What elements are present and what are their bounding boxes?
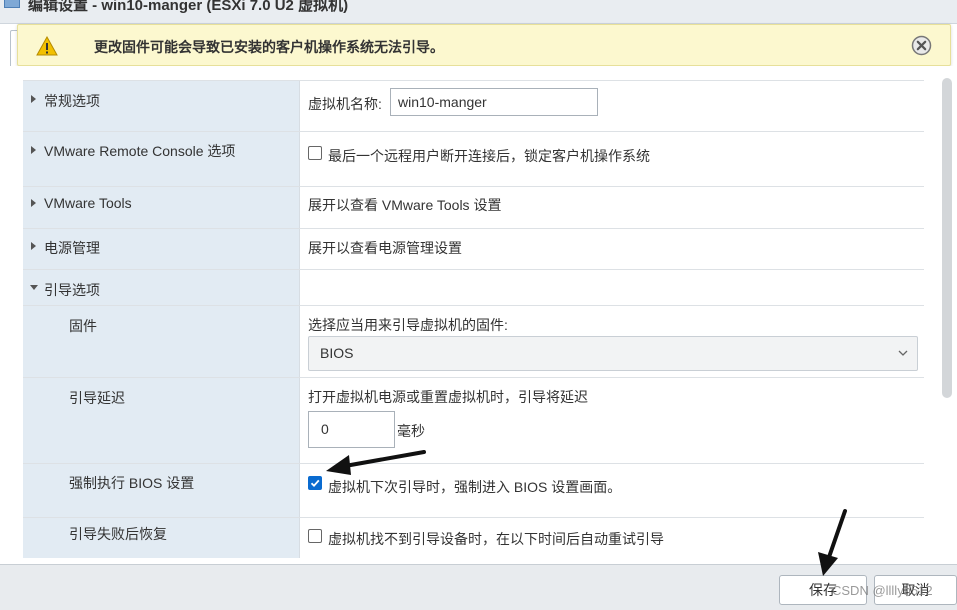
power-info: 展开以查看电源管理设置 [308,240,462,256]
expand-right-icon[interactable] [31,95,36,103]
force-bios-checkbox[interactable] [308,476,322,490]
section-boot-options[interactable]: 引导选项 [23,270,299,305]
firmware-label-cell: 固件 [23,306,299,377]
chevron-down-icon [898,350,908,356]
section-power-management[interactable]: 电源管理 [23,229,299,269]
tools-info: 展开以查看 VMware Tools 设置 [308,197,502,213]
vmrc-value-cell: 最后一个远程用户断开连接后，锁定客户机操作系统 [299,132,924,186]
boot-retry-checkbox[interactable] [308,529,322,543]
firmware-select[interactable]: BIOS [308,336,918,371]
expand-down-icon[interactable] [30,285,38,290]
window-titlebar: 编辑设置 - win10-manger (ESXi 7.0 U2 虚拟机) [0,0,957,24]
row-general-options: 常规选项 虚拟机名称: win10-manger [23,81,924,132]
watermark: CSDN @llllyh512 [832,583,933,598]
firmware-label: 固件 [69,318,97,334]
boot-recovery-value-cell: 虚拟机找不到引导设备时，在以下时间后自动重试引导 [299,518,924,558]
check-icon [310,479,320,488]
vertical-scrollbar[interactable] [940,66,954,564]
section-vmrc-options[interactable]: VMware Remote Console 选项 [23,132,299,186]
boot-delay-input[interactable]: 0 [308,411,395,448]
tools-value-cell: 展开以查看 VMware Tools 设置 [299,187,924,228]
vm-name-input[interactable]: win10-manger [390,88,598,116]
section-general-options[interactable]: 常规选项 [23,81,299,131]
force-bios-checkbox-label: 虚拟机下次引导时，强制进入 BIOS 设置画面。 [328,479,622,495]
expand-right-icon[interactable] [31,146,36,154]
warning-banner: 更改固件可能会导致已安装的客户机操作系统无法引导。 [17,24,951,66]
boot-delay-value-cell: 打开虚拟机电源或重置虚拟机时，引导将延迟 0 毫秒 [299,378,924,463]
boot-retry-label: 虚拟机找不到引导设备时，在以下时间后自动重试引导 [328,531,664,547]
boot-delay-unit: 毫秒 [397,423,425,439]
settings-panel: 常规选项 虚拟机名称: win10-manger VMware Remote C… [0,66,957,564]
expand-right-icon[interactable] [31,199,36,207]
section-vmware-tools[interactable]: VMware Tools [23,187,299,228]
boot-delay-desc: 打开虚拟机电源或重置虚拟机时，引导将延迟 [308,389,588,405]
row-boot-recovery: 引导失败后恢复 虚拟机找不到引导设备时，在以下时间后自动重试引导 [23,518,924,558]
boot-recovery-label: 引导失败后恢复 [69,526,167,542]
close-circle-icon[interactable] [911,35,932,56]
warning-text: 更改固件可能会导致已安装的客户机操作系统无法引导。 [94,39,444,55]
section-label: 常规选项 [44,93,100,109]
boot-delay-label: 引导延迟 [69,390,125,406]
row-boot-delay: 引导延迟 打开虚拟机电源或重置虚拟机时，引导将延迟 0 毫秒 [23,378,924,464]
row-power-management: 电源管理 展开以查看电源管理设置 [23,229,924,270]
lock-guest-label: 最后一个远程用户断开连接后，锁定客户机操作系统 [328,148,650,164]
row-firmware: 固件 选择应当用来引导虚拟机的固件: BIOS [23,306,924,378]
dialog-footer: 保存 取消 [0,564,957,610]
vm-window-icon [4,0,20,8]
row-vmrc-options: VMware Remote Console 选项 最后一个远程用户断开连接后，锁… [23,132,924,187]
section-label: VMware Remote Console 选项 [44,143,236,159]
firmware-selected-value: BIOS [320,345,354,361]
vm-name-label: 虚拟机名称: [308,96,382,112]
force-bios-label: 强制执行 BIOS 设置 [69,475,195,491]
boot-delay-label-cell: 引导延迟 [23,378,299,463]
firmware-value-cell: 选择应当用来引导虚拟机的固件: BIOS [299,306,924,377]
row-vmware-tools: VMware Tools 展开以查看 VMware Tools 设置 [23,187,924,229]
row-boot-options: 引导选项 [23,270,924,306]
force-bios-label-cell: 强制执行 BIOS 设置 [23,464,299,517]
general-value-cell: 虚拟机名称: win10-manger [299,81,924,131]
warning-triangle-icon [36,36,58,56]
section-label: VMware Tools [44,195,132,211]
settings-table: 常规选项 虚拟机名称: win10-manger VMware Remote C… [23,80,924,558]
power-value-cell: 展开以查看电源管理设置 [299,229,924,269]
row-force-bios: 强制执行 BIOS 设置 虚拟机下次引导时，强制进入 BIOS 设置画面。 [23,464,924,518]
firmware-desc: 选择应当用来引导虚拟机的固件: [308,317,508,333]
force-bios-value-cell: 虚拟机下次引导时，强制进入 BIOS 设置画面。 [299,464,924,517]
window-title: 编辑设置 - win10-manger (ESXi 7.0 U2 虚拟机) [28,0,349,14]
boot-value-cell [299,270,924,305]
scrollbar-thumb[interactable] [942,78,952,398]
section-label: 引导选项 [44,282,100,298]
section-label: 电源管理 [44,240,100,256]
boot-recovery-label-cell: 引导失败后恢复 [23,518,299,558]
expand-right-icon[interactable] [31,242,36,250]
lock-guest-checkbox[interactable] [308,146,322,160]
